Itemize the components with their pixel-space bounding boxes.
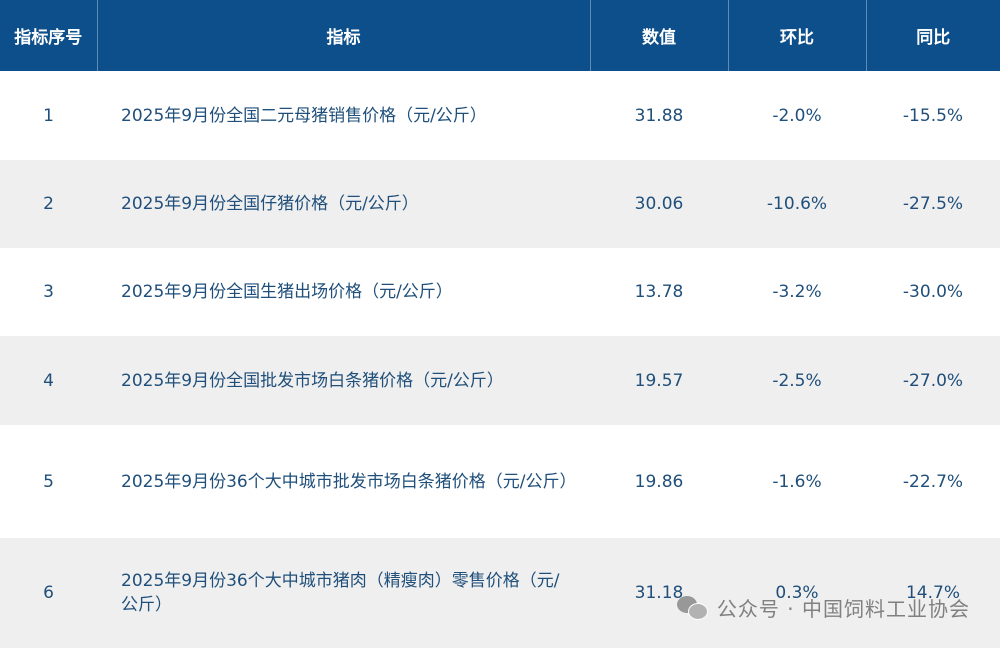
row-index: 2 xyxy=(43,194,54,214)
row-indicator: 2025年9月份36个大中城市批发市场白条猪价格（元/公斤） xyxy=(121,471,577,492)
row-mom: -2.0% xyxy=(772,105,822,126)
row-value: 13.78 xyxy=(634,282,684,302)
header-indicator: 指标 xyxy=(97,0,591,71)
row-indicator: 2025年9月份36个大中城市猪肉（精瘦肉）零售价格（元/公斤） xyxy=(121,571,560,615)
wechat-icon xyxy=(676,595,709,620)
row-indicator: 2025年9月份全国批发市场白条猪价格（元/公斤） xyxy=(121,370,504,391)
row-indicator: 2025年9月份全国仔猪价格（元/公斤） xyxy=(121,194,419,214)
pig-price-table: 指标序号 指标 数值 环比 同比 1 2025年9月份全国二元母猪销售价格（元/… xyxy=(0,0,1000,648)
table-row: 4 2025年9月份全国批发市场白条猪价格（元/公斤） 19.57 -2.5% … xyxy=(0,336,1000,425)
row-yoy: -30.0% xyxy=(902,282,964,302)
header-yoy: 同比 xyxy=(916,28,951,48)
row-index: 6 xyxy=(43,583,54,603)
row-yoy: -15.5% xyxy=(902,105,964,126)
header-value: 数值 xyxy=(590,0,729,71)
row-yoy: -27.0% xyxy=(902,370,964,391)
table-row: 3 2025年9月份全国生猪出场价格（元/公斤） 13.78 -3.2% -30… xyxy=(0,248,1000,336)
row-value: 30.06 xyxy=(634,194,684,214)
row-value: 19.86 xyxy=(634,471,684,492)
table-row: 1 2025年9月份全国二元母猪销售价格（元/公斤） 31.88 -2.0% -… xyxy=(0,71,1000,160)
row-mom: -3.2% xyxy=(772,282,822,302)
row-mom: -1.6% xyxy=(772,471,822,492)
row-indicator: 2025年9月份全国二元母猪销售价格（元/公斤） xyxy=(121,105,487,126)
table-header-row: 指标序号 指标 数值 环比 同比 xyxy=(0,0,1000,71)
row-index: 3 xyxy=(43,282,54,302)
row-index: 4 xyxy=(43,370,54,391)
row-value: 19.57 xyxy=(634,370,684,391)
row-index: 1 xyxy=(43,105,54,126)
header-index: 指标序号 xyxy=(0,0,98,71)
header-mom: 环比 xyxy=(728,0,867,71)
row-index: 5 xyxy=(43,471,54,492)
row-yoy: -27.5% xyxy=(902,194,964,214)
row-value: 31.88 xyxy=(634,105,684,126)
table-row: 5 2025年9月份36个大中城市批发市场白条猪价格（元/公斤） 19.86 -… xyxy=(0,425,1000,538)
row-indicator: 2025年9月份全国生猪出场价格（元/公斤） xyxy=(121,282,453,302)
row-mom: -10.6% xyxy=(766,194,828,214)
row-mom: -2.5% xyxy=(772,370,822,391)
watermark-text: 公众号 · 中国饲料工业协会 xyxy=(716,597,970,621)
table-row: 2 2025年9月份全国仔猪价格（元/公斤） 30.06 -10.6% -27.… xyxy=(0,160,1000,248)
row-yoy: -22.7% xyxy=(902,471,964,492)
watermark: 公众号 · 中国饲料工业协会 xyxy=(676,593,970,622)
